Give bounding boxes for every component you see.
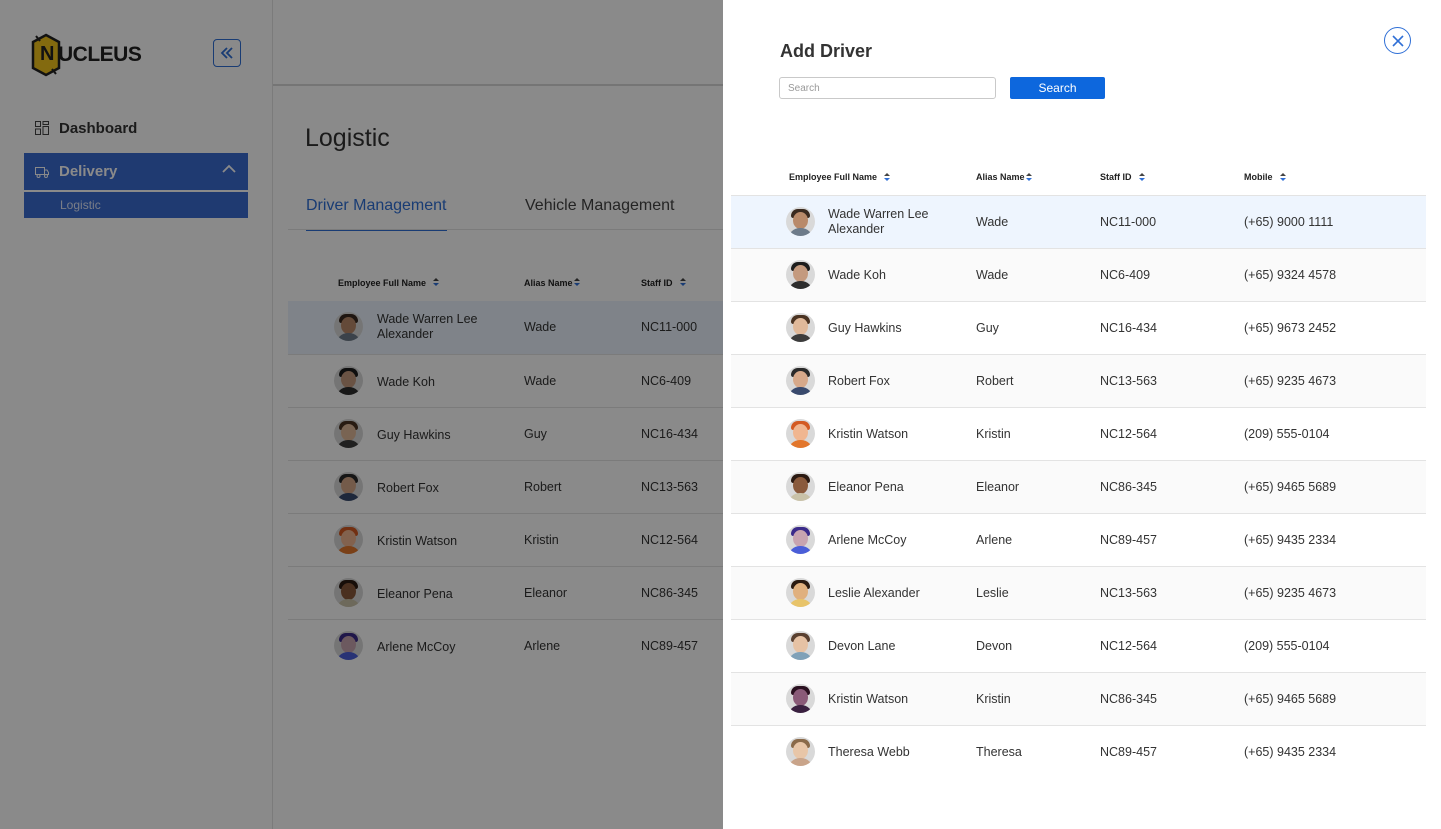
avatar <box>786 737 815 766</box>
table-row[interactable]: Devon Lane Devon NC12-564 (209) 555-0104 <box>731 620 1426 673</box>
table-row[interactable]: Robert Fox Robert NC13-563 (+65) 9235 4673 <box>731 355 1426 408</box>
table-row[interactable]: Kristin Watson Kristin NC12-564 (209) 555-0… <box>731 408 1426 461</box>
sort-icon <box>884 172 891 182</box>
staff-id: NC6-409 <box>1100 268 1151 282</box>
mobile-number: (+65) 9435 2334 <box>1244 533 1337 547</box>
mobile-number: (+65) 9235 4673 <box>1244 374 1337 388</box>
alias-name: Wade <box>976 268 1009 282</box>
mobile-number: (209) 555-0104 <box>1244 639 1330 653</box>
panel-title: Add Driver <box>780 41 873 61</box>
sort-icon <box>1138 172 1145 182</box>
avatar <box>786 631 815 660</box>
alias-name: Devon <box>976 639 1013 653</box>
avatar <box>786 578 815 607</box>
search-button[interactable]: Search <box>1010 77 1105 99</box>
employee-name: Wade Koh <box>828 268 886 282</box>
mobile-number: (+65) 9000 1111 <box>1244 215 1334 229</box>
avatar <box>786 684 815 713</box>
column-header-label: Staff ID <box>1100 172 1132 182</box>
table-row[interactable]: Guy Hawkins Guy NC16-434 (+65) 9673 2452 <box>731 302 1426 355</box>
column-header-mobile[interactable]: Mobile <box>1244 172 1286 182</box>
staff-id: NC89-457 <box>1100 745 1157 759</box>
table-row[interactable]: Arlene McCoy Arlene NC89-457 (+65) 9435 233… <box>731 514 1426 567</box>
alias-name: Wade <box>976 215 1009 229</box>
employee-name: Guy Hawkins <box>828 321 902 335</box>
column-header-label: Mobile <box>1244 172 1273 182</box>
avatar <box>786 260 815 289</box>
avatar <box>786 366 815 395</box>
sort-icon <box>1279 172 1286 182</box>
avatar <box>786 472 815 501</box>
alias-name: Guy <box>976 321 999 335</box>
close-icon <box>1391 34 1404 47</box>
employee-name-line: Wade Warren Lee <box>828 207 929 221</box>
table-header: Employee Full Name Alias Name Staff ID M… <box>731 160 1426 196</box>
staff-id: NC86-345 <box>1100 480 1157 494</box>
close-button[interactable] <box>1384 27 1411 54</box>
column-header-label: Alias Name <box>976 172 1025 182</box>
employee-name: Eleanor Pena <box>828 480 904 494</box>
alias-name: Theresa <box>976 745 1022 759</box>
mobile-number: (+65) 9235 4673 <box>1244 586 1337 600</box>
avatar <box>786 207 815 236</box>
employee-name: Kristin Watson <box>828 692 909 706</box>
employee-name: Robert Fox <box>828 374 890 388</box>
search-input[interactable] <box>779 77 996 99</box>
table-row[interactable]: Kristin Watson Kristin NC86-345 (+65) 9465 … <box>731 673 1426 726</box>
staff-id: NC12-564 <box>1100 427 1157 441</box>
table-row[interactable]: Eleanor Pena Eleanor NC86-345 (+65) 9465 56… <box>731 461 1426 514</box>
column-header-label: Employee Full Name <box>789 172 878 182</box>
mobile-number: (+65) 9435 2334 <box>1244 745 1337 759</box>
add-driver-panel: Add Driver Search Employee Full Name Ali… <box>723 0 1441 829</box>
employee-name: Devon Lane <box>828 639 896 653</box>
staff-id: NC11-000 <box>1100 215 1157 229</box>
alias-name: Eleanor <box>976 480 1020 494</box>
staff-id: NC86-345 <box>1100 692 1157 706</box>
employee-name-line: Alexander <box>828 222 885 236</box>
sort-icon <box>1025 172 1032 182</box>
staff-id: NC89-457 <box>1100 533 1157 547</box>
alias-name: Kristin <box>976 427 1011 441</box>
staff-id: NC13-563 <box>1100 374 1157 388</box>
employee-name: Leslie Alexander <box>828 586 920 600</box>
mobile-number: (209) 555-0104 <box>1244 427 1330 441</box>
table-row[interactable]: Theresa Webb Theresa NC89-457 (+65) 9435 23… <box>731 726 1426 779</box>
alias-name: Leslie <box>976 586 1009 600</box>
employee-name: Arlene McCoy <box>828 533 907 547</box>
alias-name: Arlene <box>976 533 1013 547</box>
staff-id: NC13-563 <box>1100 586 1157 600</box>
modal-backdrop[interactable] <box>0 0 723 829</box>
employee-name: Theresa Webb <box>828 745 910 759</box>
avatar <box>786 419 815 448</box>
column-header-staff-id[interactable]: Staff ID <box>1100 172 1145 182</box>
alias-name: Kristin <box>976 692 1011 706</box>
staff-id: NC16-434 <box>1100 321 1157 335</box>
table-row[interactable]: Wade Warren Lee Alexander Wade NC11-000 (+65… <box>731 196 1426 249</box>
avatar <box>786 525 815 554</box>
mobile-number: (+65) 9465 5689 <box>1244 692 1337 706</box>
mobile-number: (+65) 9465 5689 <box>1244 480 1337 494</box>
mobile-number: (+65) 9673 2452 <box>1244 321 1337 335</box>
column-header-alias[interactable]: Alias Name <box>976 172 1032 182</box>
mobile-number: (+65) 9324 4578 <box>1244 268 1337 282</box>
table-row[interactable]: Leslie Alexander Leslie NC13-563 (+65) 9235… <box>731 567 1426 620</box>
table-row[interactable]: Wade Koh Wade NC6-409 (+65) 9324 4578 <box>731 249 1426 302</box>
alias-name: Robert <box>976 374 1014 388</box>
employee-name: Kristin Watson <box>828 427 909 441</box>
avatar <box>786 313 815 342</box>
column-header-name[interactable]: Employee Full Name <box>789 172 891 182</box>
staff-id: NC12-564 <box>1100 639 1157 653</box>
employee-name: Wade Warren Lee Alexander <box>828 207 929 237</box>
